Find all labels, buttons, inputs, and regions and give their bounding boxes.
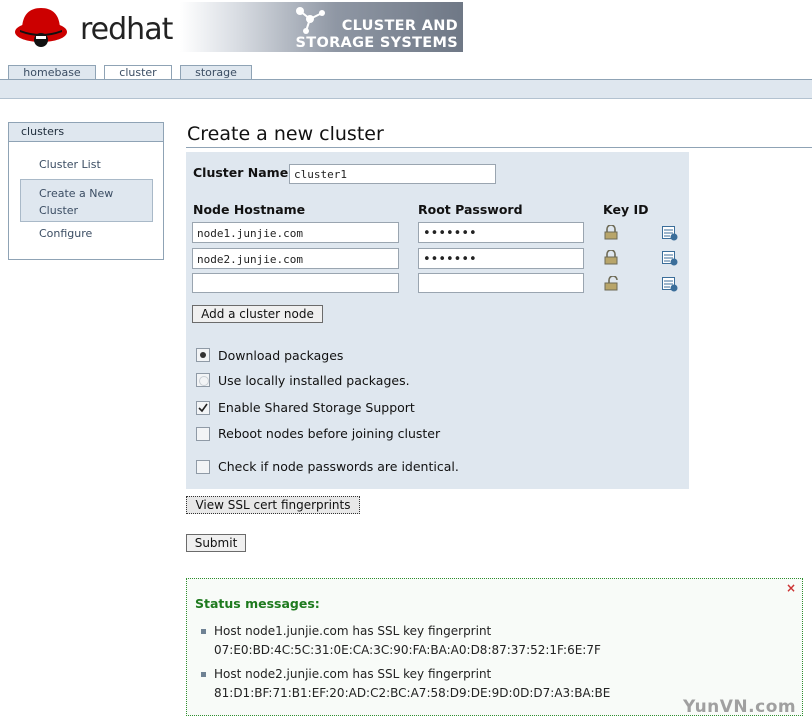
identical-passwords-checkbox[interactable]	[196, 460, 210, 474]
brand-text: redhat	[80, 12, 173, 47]
watermark: YunVN.com	[683, 697, 797, 717]
view-certificate-icon[interactable]	[662, 251, 678, 266]
banner-line-2: STORAGE SYSTEMS	[295, 35, 458, 51]
sidebar-title: clusters	[9, 123, 163, 142]
local-packages-radio[interactable]	[196, 373, 210, 387]
download-packages-label: Download packages	[218, 348, 344, 363]
tab-homebase[interactable]: homebase	[8, 65, 96, 80]
column-header-password: Root Password	[418, 202, 523, 217]
page-title: Create a new cluster	[187, 123, 384, 145]
node-hostname-input[interactable]	[192, 273, 399, 293]
cluster-name-label: Cluster Name	[193, 165, 289, 180]
banner-line-1: CLUSTER AND	[341, 18, 458, 34]
shadowman-hat-icon	[15, 8, 67, 47]
cluster-name-input[interactable]: cluster1	[289, 164, 496, 184]
root-password-input[interactable]	[418, 273, 584, 293]
status-message-line: Host node1.junjie.com has SSL key finger…	[214, 624, 492, 638]
sidebar: clusters Cluster List Create a New Clust…	[8, 122, 164, 260]
view-certificate-icon[interactable]	[662, 226, 678, 241]
lock-open-icon[interactable]	[604, 276, 620, 291]
view-certificate-icon[interactable]	[662, 277, 678, 292]
sidebar-item-label: Create a New	[39, 187, 114, 200]
download-packages-radio[interactable]	[196, 348, 210, 362]
close-icon[interactable]: ×	[786, 581, 796, 595]
status-message-fingerprint: 07:E0:BD:4C:5C:31:0E:CA:3C:90:FA:BA:A0:D…	[214, 643, 601, 657]
reboot-nodes-checkbox[interactable]	[196, 427, 210, 441]
status-message-fingerprint: 81:D1:BF:71:B1:EF:20:AD:C2:BC:A7:58:D9:D…	[214, 686, 611, 700]
shared-storage-checkbox[interactable]	[196, 401, 210, 415]
sidebar-item-cluster-list[interactable]: Cluster List	[39, 158, 101, 171]
status-messages-panel: × Status messages: Host node1.junjie.com…	[186, 578, 803, 716]
sidebar-item-configure[interactable]: Configure	[39, 227, 92, 240]
reboot-nodes-label: Reboot nodes before joining cluster	[218, 426, 441, 441]
submit-button[interactable]: Submit	[186, 534, 246, 552]
root-password-input[interactable]: •••••••	[418, 222, 584, 243]
sidebar-item-label: Cluster	[39, 204, 79, 217]
product-banner: CLUSTER AND STORAGE SYSTEMS	[180, 2, 463, 52]
bullet-icon	[201, 629, 206, 634]
view-ssl-fingerprints-button[interactable]: View SSL cert fingerprints	[186, 496, 360, 514]
identical-passwords-label: Check if node passwords are identical.	[218, 459, 459, 474]
create-cluster-form: Cluster Name cluster1 Node Hostname Root…	[186, 152, 689, 489]
local-packages-label: Use locally installed packages.	[218, 373, 410, 388]
lock-closed-icon[interactable]	[604, 225, 618, 240]
add-cluster-node-button[interactable]: Add a cluster node	[192, 305, 323, 323]
column-header-hostname: Node Hostname	[193, 202, 306, 217]
sidebar-item-create-cluster[interactable]: Create a New Cluster	[20, 179, 153, 222]
redhat-logo: redhat	[14, 4, 184, 50]
sub-navigation-bar	[0, 80, 812, 99]
root-password-input[interactable]: •••••••	[418, 248, 584, 269]
shared-storage-label: Enable Shared Storage Support	[218, 400, 415, 415]
column-header-keyid: Key ID	[603, 202, 649, 217]
lock-closed-icon[interactable]	[604, 250, 618, 265]
tab-storage[interactable]: storage	[180, 65, 252, 80]
status-heading: Status messages:	[195, 596, 320, 611]
status-message-line: Host node2.junjie.com has SSL key finger…	[214, 667, 492, 681]
title-divider	[186, 147, 812, 148]
bullet-icon	[201, 672, 206, 677]
node-hostname-input[interactable]: node1.junjie.com	[192, 222, 399, 243]
node-hostname-input[interactable]: node2.junjie.com	[192, 248, 399, 269]
